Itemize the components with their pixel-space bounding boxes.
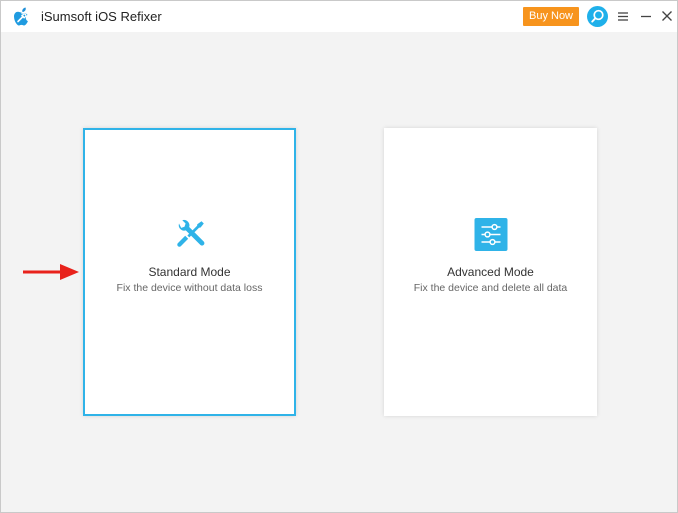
app-title: iSumsoft iOS Refixer <box>41 9 162 24</box>
standard-mode-description: Fix the device without data loss <box>116 282 263 294</box>
minimize-icon[interactable] <box>639 9 653 23</box>
menu-icon[interactable] <box>616 9 630 23</box>
buy-now-button[interactable]: Buy Now <box>523 7 579 26</box>
standard-mode-title: Standard Mode <box>148 265 231 279</box>
tools-icon <box>176 219 204 247</box>
standard-mode-card[interactable]: Standard Mode Fix the device without dat… <box>83 128 296 416</box>
red-arrow-icon <box>23 264 79 280</box>
close-icon[interactable] <box>660 9 674 23</box>
apple-wrench-icon <box>14 7 28 26</box>
search-icon <box>591 9 604 23</box>
search-button[interactable] <box>587 6 608 27</box>
sliders-icon <box>474 218 507 251</box>
advanced-mode-description: Fix the device and delete all data <box>413 282 568 294</box>
title-bar: iSumsoft iOS Refixer Buy Now <box>1 1 677 32</box>
advanced-mode-card[interactable]: Advanced Mode Fix the device and delete … <box>384 128 597 416</box>
app-window: iSumsoft iOS Refixer Buy Now Standard Mo… <box>0 0 678 513</box>
advanced-mode-title: Advanced Mode <box>447 265 534 279</box>
